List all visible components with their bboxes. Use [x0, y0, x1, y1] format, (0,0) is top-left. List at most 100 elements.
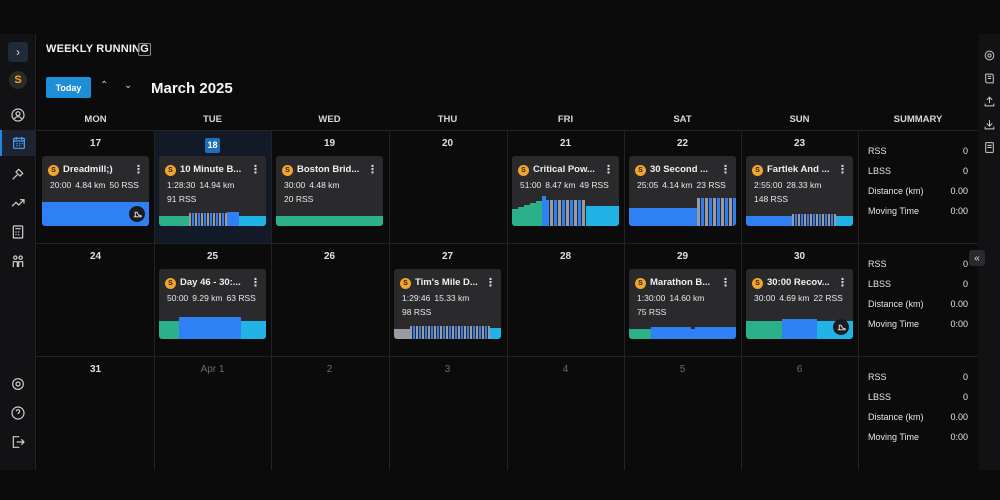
graph-segment: [536, 201, 542, 226]
workout-stats: 20:00 4.84 km 50 RSS: [50, 180, 143, 190]
today-button[interactable]: Today: [46, 77, 91, 98]
day-cell[interactable]: 24: [37, 243, 154, 356]
logout-icon[interactable]: [8, 432, 28, 452]
graph-segment: [746, 321, 764, 339]
workout-time: 25:05: [637, 180, 659, 190]
day-cell[interactable]: 3: [389, 356, 506, 469]
book-icon[interactable]: [981, 70, 997, 86]
graph-segment: [828, 214, 830, 226]
team-icon[interactable]: [8, 251, 28, 271]
workout-card[interactable]: S 30 Second ... ⋮ 25:05 4.14 km 23 RSS: [629, 156, 736, 226]
graph-segment: [807, 214, 809, 226]
summary-value: 0: [962, 146, 968, 156]
workout-card[interactable]: S Fartlek And ... ⋮ 2:55:00 28.33 km 148 RSS: [746, 156, 853, 226]
graph-segment: [488, 326, 490, 339]
grid-divider: [271, 130, 272, 470]
day-cell[interactable]: 31: [37, 356, 154, 469]
gear-icon[interactable]: [981, 47, 997, 63]
graph-segment: [746, 216, 792, 226]
help-icon[interactable]: [8, 403, 28, 423]
graph-segment: [452, 326, 454, 339]
archive-icon[interactable]: [981, 139, 997, 155]
profile-icon[interactable]: [8, 105, 28, 125]
calculator-icon[interactable]: [8, 222, 28, 242]
grid-divider: [624, 130, 625, 470]
workout-stats: 1:29:46 15.33 km: [402, 293, 473, 303]
more-menu-icon[interactable]: ⋮: [133, 163, 144, 176]
calendar-icon[interactable]: [0, 130, 36, 156]
settings-icon[interactable]: [8, 374, 28, 394]
workout-time: 30:00: [284, 180, 306, 190]
more-menu-icon[interactable]: ⋮: [250, 163, 261, 176]
workout-card[interactable]: S Marathon B... ⋮ 1:30:00 14.60 km 75 RSS: [629, 269, 736, 339]
chevron-up-icon[interactable]: ⌃: [100, 80, 108, 91]
day-cell[interactable]: 28: [507, 243, 624, 356]
workout-card[interactable]: S 30:00 Recov... ⋮ 30:00 4.69 km 22 RSS: [746, 269, 853, 339]
graph-segment: [691, 329, 695, 339]
workout-title: Tim's Mile D...: [415, 277, 478, 288]
summary-label: RSS: [868, 259, 887, 269]
workout-time: 30:00: [754, 293, 776, 303]
graph-segment: [159, 321, 179, 339]
more-menu-icon[interactable]: ⋮: [603, 163, 614, 176]
trending-icon[interactable]: [8, 193, 28, 213]
summary-value: 0: [962, 372, 968, 382]
day-number: 27: [441, 251, 454, 262]
grid-divider: [37, 356, 978, 357]
graph-segment: [455, 326, 457, 339]
graph-segment: [550, 200, 553, 226]
view-dropdown-icon[interactable]: ⌄: [138, 43, 151, 56]
day-cell[interactable]: Apr 1: [154, 356, 271, 469]
day-cell[interactable]: 4: [507, 356, 624, 469]
expand-sidebar-button[interactable]: ›: [8, 42, 28, 62]
workout-intensity-graph: [629, 198, 736, 226]
chevron-down-icon[interactable]: ⌄: [124, 80, 132, 91]
app-logo-icon[interactable]: S: [9, 71, 27, 89]
graph-segment: [629, 208, 697, 226]
graph-segment: [422, 326, 424, 339]
workout-intensity-graph: [159, 317, 266, 339]
more-menu-icon[interactable]: ⋮: [720, 276, 731, 289]
day-number: 6: [796, 364, 803, 375]
workout-card[interactable]: S Boston Brid... ⋮ 30:00 4.48 km 20 RSS: [276, 156, 383, 226]
workout-distance: 28.33 km: [786, 180, 822, 190]
graph-segment: [434, 326, 436, 339]
more-menu-icon[interactable]: ⋮: [367, 163, 378, 176]
graph-segment: [431, 326, 433, 339]
summary-label: Moving Time: [868, 432, 920, 442]
graph-segment: [782, 319, 817, 339]
grid-divider: [858, 130, 859, 470]
day-number: 2: [326, 364, 333, 375]
graph-segment: [512, 209, 518, 226]
workout-card[interactable]: S 10 Minute B... ⋮ 1:28:30 14.94 km 91 RSS: [159, 156, 266, 226]
tools-icon[interactable]: [8, 164, 28, 184]
day-cell[interactable]: 5: [624, 356, 741, 469]
day-cell[interactable]: 20: [389, 130, 506, 243]
workout-card[interactable]: S Day 46 - 30:... ⋮ 50:00 9.29 km 63 RSS: [159, 269, 266, 339]
workout-card[interactable]: S Dreadmill;) ⋮ 20:00 4.84 km 50 RSS: [42, 156, 149, 226]
workout-card[interactable]: S Tim's Mile D... ⋮ 1:29:46 15.33 km 98 RSS: [394, 269, 501, 339]
graph-segment: [201, 213, 203, 226]
graph-segment: [198, 213, 200, 226]
summary-value: 0.00: [950, 412, 968, 422]
workout-type-icon: S: [635, 278, 646, 289]
download-icon[interactable]: [981, 116, 997, 132]
more-menu-icon[interactable]: ⋮: [837, 163, 848, 176]
more-menu-icon[interactable]: ⋮: [720, 163, 731, 176]
more-menu-icon[interactable]: ⋮: [485, 276, 496, 289]
day-cell[interactable]: 26: [271, 243, 388, 356]
upload-icon[interactable]: [981, 93, 997, 109]
more-menu-icon[interactable]: ⋮: [250, 276, 261, 289]
graph-segment: [428, 326, 430, 339]
workout-card[interactable]: S Critical Pow... ⋮ 51:00 8.47 km 49 RSS: [512, 156, 619, 226]
workout-distance: 8.47 km: [545, 180, 576, 190]
more-menu-icon[interactable]: ⋮: [837, 276, 848, 289]
summary-value: 0:00: [950, 432, 968, 442]
collapse-panel-button[interactable]: «: [969, 250, 985, 266]
column-header-sun: SUN: [789, 114, 810, 125]
graph-segment: [810, 214, 812, 226]
day-cell[interactable]: 2: [271, 356, 388, 469]
day-cell[interactable]: 6: [741, 356, 858, 469]
workout-title: 10 Minute B...: [180, 164, 242, 175]
day-number: 4: [562, 364, 569, 375]
